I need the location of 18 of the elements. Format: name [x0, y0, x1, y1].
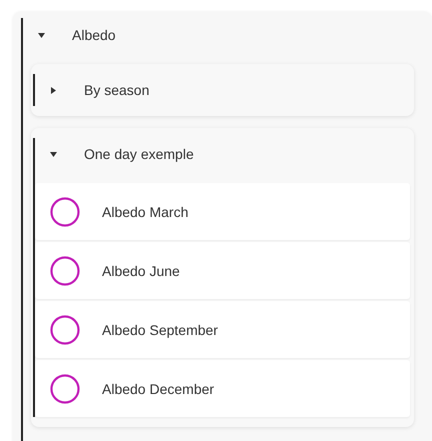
group-label[interactable]: Albedo [72, 27, 116, 43]
layer-item[interactable]: Albedo September [35, 301, 410, 358]
group-label[interactable]: One day exemple [84, 146, 194, 162]
radio-button[interactable] [49, 372, 81, 404]
layer-label: Albedo December [102, 380, 214, 396]
group-label[interactable]: By season [84, 82, 150, 98]
layer-label: Albedo June [102, 262, 180, 278]
layer-label: Albedo September [102, 322, 218, 338]
layer-item[interactable]: Albedo June [35, 242, 410, 299]
radio-button[interactable] [49, 196, 81, 228]
caret-icon[interactable] [38, 32, 45, 38]
layer-item[interactable]: Albedo December [35, 360, 410, 417]
caret-icon[interactable] [50, 150, 57, 158]
radio-button[interactable] [49, 314, 81, 346]
layer-label: Albedo March [102, 204, 188, 220]
layer-item[interactable]: Albedo March [35, 183, 410, 240]
caret-icon[interactable] [50, 86, 57, 94]
radio-button[interactable] [49, 254, 81, 286]
